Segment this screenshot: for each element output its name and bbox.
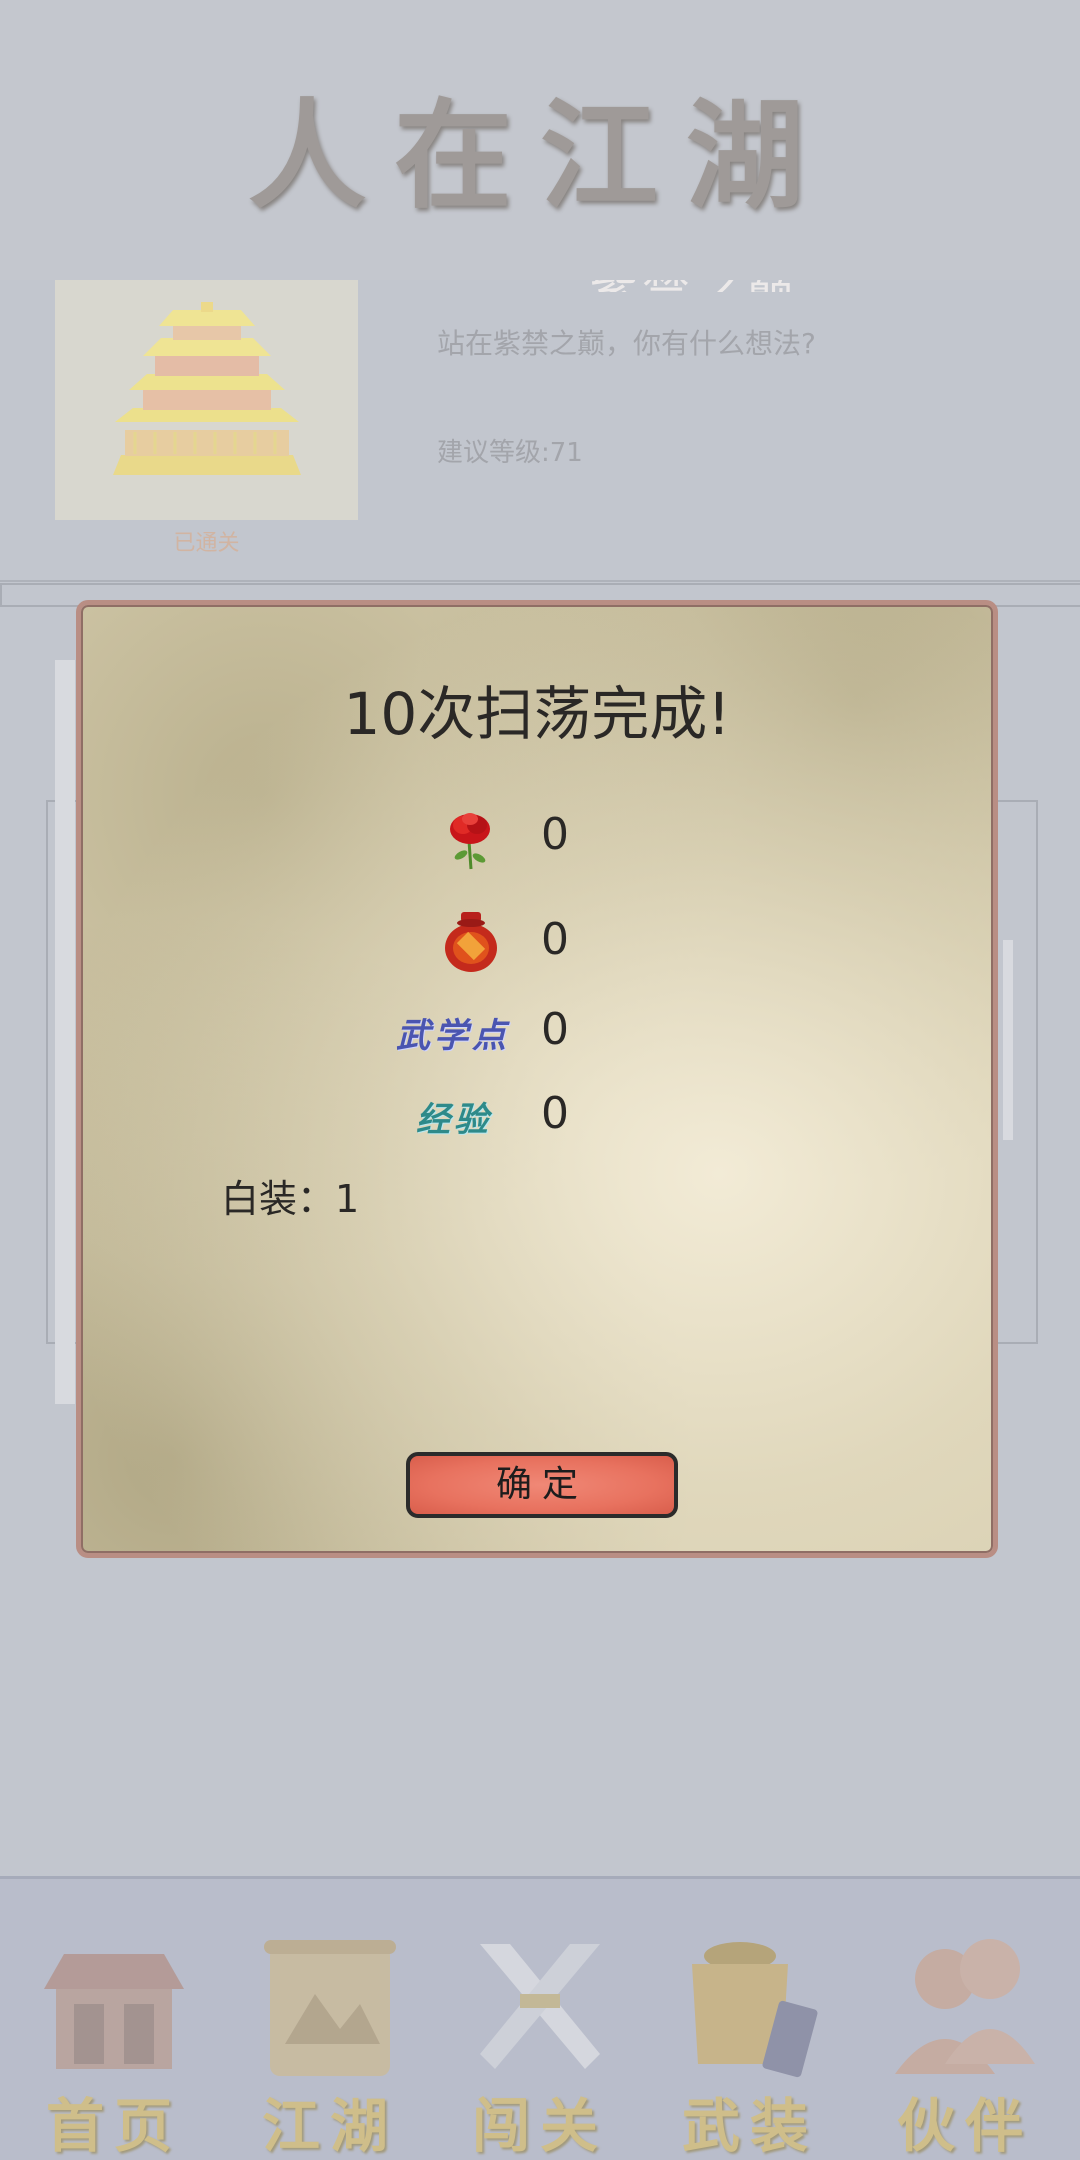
crossed-swords-icon xyxy=(480,1944,600,2069)
reward-value: 0 xyxy=(541,914,569,965)
nav-chuangguan[interactable]: 闯关 xyxy=(450,1934,630,2160)
reward-row: 0 xyxy=(81,803,993,873)
martial-points-icon: 武学点 xyxy=(396,1016,510,1056)
house-icon xyxy=(44,1954,184,2069)
game-title: 人在江湖 xyxy=(247,86,832,225)
armor-icon xyxy=(692,1942,818,2078)
nav-label: 伙伴 xyxy=(896,2092,1033,2160)
stage-name: 紫禁之巅 xyxy=(590,280,798,292)
palace-icon xyxy=(55,280,358,520)
nav-wuzhuang[interactable]: 武装 xyxy=(660,1934,840,2160)
confirm-button[interactable]: 确定 xyxy=(406,1452,678,1518)
stage-card[interactable]: 已通关 紫禁之巅 站在紫禁之巅，你有什么想法? 建议等级:71 xyxy=(0,280,1080,582)
stage-description: 站在紫禁之巅，你有什么想法? xyxy=(437,327,816,360)
sweep-result-dialog: 10次扫荡完成! 0 0 武学点 0 经验 0 白装：1 确定 xyxy=(76,600,998,1558)
nav-label: 闯关 xyxy=(471,2092,608,2160)
header: 人在江湖 xyxy=(0,0,1080,282)
nav-home[interactable]: 首页 xyxy=(24,1934,204,2160)
background-bar xyxy=(1003,940,1013,1140)
stage-image xyxy=(55,280,358,520)
bottom-nav: 首页 江湖 闯关 武装 伙伴 xyxy=(0,1876,1080,2160)
nav-label: 武装 xyxy=(681,2092,818,2160)
reward-value: 0 xyxy=(541,809,569,860)
nav-label: 江湖 xyxy=(261,2092,398,2160)
rose-icon xyxy=(441,803,501,873)
reward-value: 0 xyxy=(541,1088,569,1139)
equipment-reward: 白装：1 xyxy=(221,1177,360,1221)
reward-row: 0 xyxy=(81,908,993,978)
nav-jianghu[interactable]: 江湖 xyxy=(240,1934,420,2160)
background-bar xyxy=(55,660,75,1404)
wine-jar-icon xyxy=(441,908,501,978)
experience-icon: 经验 xyxy=(416,1100,492,1140)
reward-row: 武学点 0 xyxy=(81,998,993,1068)
scroll-icon xyxy=(264,1940,396,2076)
reward-value: 0 xyxy=(541,1004,569,1055)
stage-recommended-level: 建议等级:71 xyxy=(437,438,583,468)
companions-icon xyxy=(895,1939,1035,2074)
stage-name-clip: 紫禁之巅 xyxy=(590,280,798,292)
dialog-title: 10次扫荡完成! xyxy=(343,680,731,748)
reward-row: 经验 0 xyxy=(81,1082,993,1152)
nav-huoban[interactable]: 伙伴 xyxy=(875,1934,1055,2160)
stage-status: 已通关 xyxy=(173,531,240,556)
nav-label: 首页 xyxy=(45,2092,182,2160)
